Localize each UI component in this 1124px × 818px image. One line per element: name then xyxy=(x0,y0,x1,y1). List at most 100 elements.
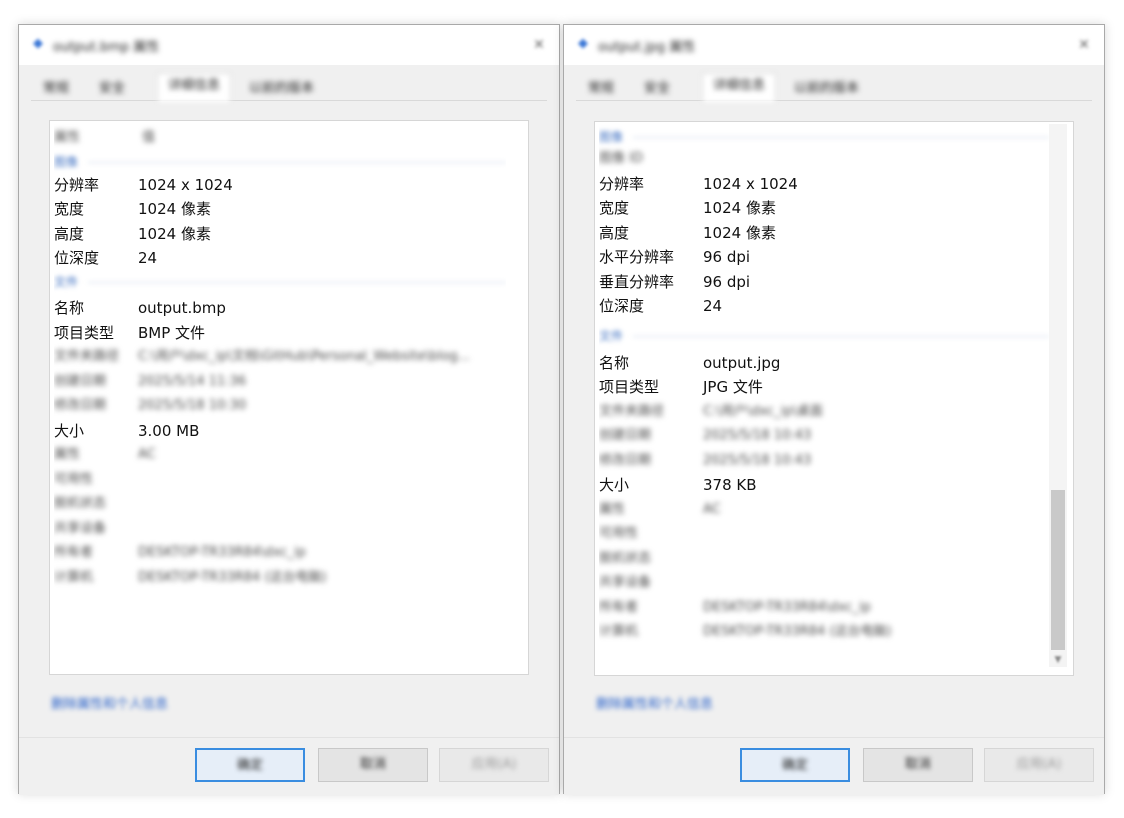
tab-security[interactable]: 安全 xyxy=(638,77,676,101)
property-name: 创建日期 xyxy=(599,428,652,443)
property-name: 计算机 xyxy=(599,624,639,639)
property-row[interactable]: 所有者 DESKTOP-TR33R84\dxc_ip xyxy=(599,597,1049,619)
property-name: 大小 xyxy=(54,422,85,440)
property-name: 脱机状态 xyxy=(599,551,652,566)
property-value: 1024 像素 xyxy=(703,224,776,242)
property-value: 2025/5/18 10:30 xyxy=(138,398,247,413)
scrollbar-thumb[interactable] xyxy=(1051,490,1065,650)
property-row[interactable]: 高度 1024 像素 xyxy=(599,222,1049,244)
property-name: 大小 xyxy=(599,476,630,494)
property-name: 位深度 xyxy=(599,297,645,315)
property-row[interactable]: 修改日期 2025/5/18 10:43 xyxy=(599,450,1049,472)
property-value: DESKTOP-TR33R84 (这台电脑) xyxy=(138,570,327,585)
property-value: 1024 像素 xyxy=(138,225,211,243)
property-row[interactable]: 创建日期 2025/5/18 10:43 xyxy=(599,425,1049,447)
property-row[interactable]: 共享设备 xyxy=(54,518,506,540)
property-value: 2025/5/18 10:43 xyxy=(703,428,812,443)
property-name: 修改日期 xyxy=(599,453,652,468)
property-name: 可用性 xyxy=(599,526,639,541)
cancel-button[interactable]: 取消 xyxy=(863,748,973,782)
tab-general[interactable]: 常规 xyxy=(582,77,620,101)
list-header: 属性 值 xyxy=(54,127,506,149)
cancel-button[interactable]: 取消 xyxy=(318,748,428,782)
property-row[interactable]: 修改日期 2025/5/18 10:30 xyxy=(54,395,506,417)
property-row[interactable]: 可用性 xyxy=(54,469,506,491)
property-row[interactable]: 脱机状态 xyxy=(599,548,1049,570)
tab-security[interactable]: 安全 xyxy=(93,77,131,101)
close-icon[interactable]: ✕ xyxy=(527,33,551,57)
property-value: 3.00 MB xyxy=(138,422,200,440)
header-value[interactable]: 值 xyxy=(142,127,155,149)
property-value: output.jpg xyxy=(703,354,781,372)
property-row[interactable]: 名称 output.bmp xyxy=(54,297,506,319)
property-name: 修改日期 xyxy=(54,398,107,413)
properties-dialog-jpg: ◆ output.jpg 属性 ✕ 常规 安全 详细信息 以前的版本 图像 图像… xyxy=(563,24,1105,795)
tab-details[interactable]: 详细信息 xyxy=(702,73,777,102)
property-value: output.bmp xyxy=(138,299,226,317)
remove-properties-link[interactable]: 删除属性和个人信息 xyxy=(596,693,713,712)
property-value: 1024 像素 xyxy=(138,200,211,218)
property-value: C:\用户\dxc_ip\桌面 xyxy=(703,404,823,419)
scroll-down-icon[interactable]: ▼ xyxy=(1049,653,1067,667)
tab-details[interactable]: 详细信息 xyxy=(157,73,232,102)
property-row[interactable]: 位深度 24 xyxy=(54,247,506,269)
property-row[interactable]: 大小 3.00 MB xyxy=(54,420,506,442)
close-icon[interactable]: ✕ xyxy=(1072,33,1096,57)
property-row[interactable]: 分辨率 1024 x 1024 xyxy=(599,173,1049,195)
tab-general[interactable]: 常规 xyxy=(37,77,75,101)
property-row[interactable]: 垂直分辨率 96 dpi xyxy=(599,271,1049,293)
section-image: 图像 xyxy=(599,128,1049,146)
header-property[interactable]: 属性 xyxy=(54,127,80,149)
property-row[interactable]: 项目类型 JPG 文件 xyxy=(599,376,1049,398)
tab-strip: 常规 安全 详细信息 以前的版本 xyxy=(31,73,547,102)
property-name: 项目类型 xyxy=(54,324,115,342)
property-row[interactable]: 名称 output.jpg xyxy=(599,352,1049,374)
property-name: 文件夹路径 xyxy=(599,404,665,419)
property-name: 属性 xyxy=(599,502,626,517)
property-value: 24 xyxy=(138,249,158,267)
property-value: 96 dpi xyxy=(703,273,751,291)
property-row[interactable]: 文件夹路径 C:\用户\dxc_ip\桌面 xyxy=(599,401,1049,423)
property-row[interactable]: 属性 AC xyxy=(54,444,506,466)
property-row[interactable]: 可用性 xyxy=(599,523,1049,545)
tab-previous-versions[interactable]: 以前的版本 xyxy=(788,77,865,101)
property-name: 所有者 xyxy=(54,545,94,560)
apply-button[interactable]: 应用(A) xyxy=(439,748,549,782)
property-row[interactable]: 水平分辨率 96 dpi xyxy=(599,246,1049,268)
property-name: 分辨率 xyxy=(54,176,100,194)
section-file: 文件 xyxy=(599,327,1049,345)
property-row[interactable]: 宽度 1024 像素 xyxy=(599,197,1049,219)
apply-button[interactable]: 应用(A) xyxy=(984,748,1094,782)
property-row[interactable]: 大小 378 KB xyxy=(599,474,1049,496)
property-row[interactable]: 计算机 DESKTOP-TR33R84 (这台电脑) xyxy=(54,567,506,589)
property-name: 共享设备 xyxy=(599,575,652,590)
property-row[interactable]: 高度 1024 像素 xyxy=(54,223,506,245)
property-value: 1024 像素 xyxy=(703,199,776,217)
property-row[interactable]: 脱机状态 xyxy=(54,493,506,515)
property-row[interactable]: 计算机 DESKTOP-TR33R84 (这台电脑) xyxy=(599,621,1049,643)
property-row[interactable]: 位深度 24 xyxy=(599,295,1049,317)
property-row[interactable]: 共享设备 xyxy=(599,572,1049,594)
property-row[interactable]: 所有者 DESKTOP-TR33R84\dxc_ip xyxy=(54,542,506,564)
tab-strip: 常规 安全 详细信息 以前的版本 xyxy=(576,73,1092,102)
property-name: 文件夹路径 xyxy=(54,349,120,364)
ok-button[interactable]: 确定 xyxy=(740,748,850,782)
property-value: 1024 x 1024 xyxy=(703,175,798,193)
tab-previous-versions[interactable]: 以前的版本 xyxy=(243,77,320,101)
property-value: 24 xyxy=(703,297,723,315)
property-value: 1024 x 1024 xyxy=(138,176,233,194)
property-name: 计算机 xyxy=(54,570,94,585)
property-row[interactable]: 宽度 1024 像素 xyxy=(54,198,506,220)
remove-properties-link[interactable]: 删除属性和个人信息 xyxy=(51,693,168,712)
property-row[interactable]: 属性 AC xyxy=(599,499,1049,521)
property-row[interactable]: 文件夹路径 C:\用户\dxc_ip\文档\GitHub\Personal_We… xyxy=(54,346,506,368)
property-row[interactable]: 项目类型 BMP 文件 xyxy=(54,322,506,344)
vertical-scrollbar[interactable]: ▼ xyxy=(1049,124,1067,667)
property-name: 图像 ID xyxy=(599,151,643,166)
property-value: DESKTOP-TR33R84 (这台电脑) xyxy=(703,624,892,639)
property-row[interactable]: 创建日期 2025/5/14 11:36 xyxy=(54,371,506,393)
property-row[interactable]: 分辨率 1024 x 1024 xyxy=(54,174,506,196)
property-row[interactable]: 图像 ID xyxy=(599,148,1049,170)
image-file-icon: ◆ xyxy=(33,36,43,51)
ok-button[interactable]: 确定 xyxy=(195,748,305,782)
